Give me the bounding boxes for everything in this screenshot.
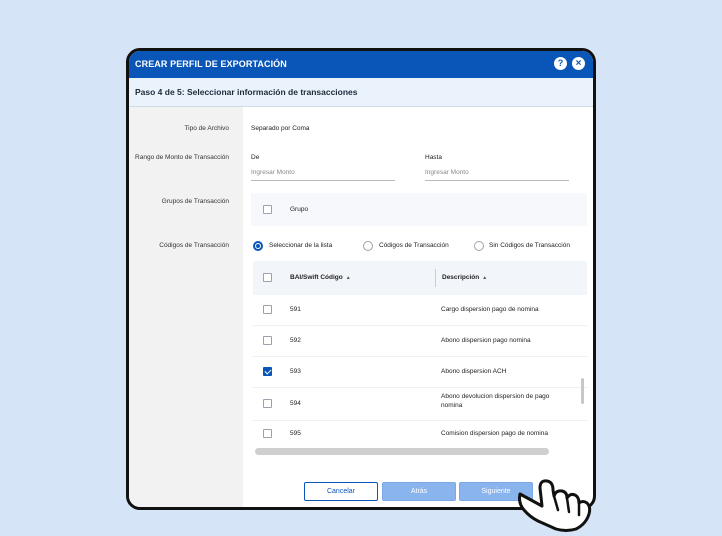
row-code: 595 <box>290 430 301 437</box>
sort-asc-icon: ▲ <box>345 275 351 281</box>
row-description: Abono devolucion dispersion de pago nomi… <box>441 393 550 409</box>
row-checkbox-checked[interactable] <box>263 367 272 376</box>
amount-from-underline <box>251 180 395 181</box>
dialog-titlebar: CREAR PERFIL DE EXPORTACIÓN ? × <box>129 51 593 78</box>
row-checkbox[interactable] <box>263 336 272 345</box>
row-description: Abono dispersion pago nomina <box>441 337 531 344</box>
amount-from-input[interactable]: Ingresar Monto <box>251 169 295 176</box>
row-description: Cargo dispersion pago de nomina <box>441 306 539 313</box>
step-indicator: Paso 4 de 5: Seleccionar información de … <box>129 78 593 107</box>
table-row[interactable]: 591 Cargo dispersion pago de nomina <box>253 294 587 326</box>
radio-label-transaction-codes: Códigos de Transacción <box>379 242 449 249</box>
export-profile-dialog: CREAR PERFIL DE EXPORTACIÓN ? × Paso 4 d… <box>126 48 596 510</box>
radio-label-select-from-list: Seleccionar de la lista <box>269 242 333 249</box>
table-row[interactable]: 592 Abono dispersion pago nomina <box>253 325 587 357</box>
label-column <box>129 107 243 507</box>
back-button[interactable]: Atrás <box>382 482 456 501</box>
row-checkbox[interactable] <box>263 429 272 438</box>
row-code: 591 <box>290 306 301 313</box>
select-all-checkbox[interactable] <box>263 273 272 282</box>
column-header-code[interactable]: BAI/Swift Código ▲ <box>290 274 351 281</box>
amount-range-label: Rango de Monto de Transacción <box>135 154 229 161</box>
row-checkbox[interactable] <box>263 399 272 408</box>
dialog-title: CREAR PERFIL DE EXPORTACIÓN <box>135 59 287 69</box>
codes-label: Códigos de Transacción <box>159 242 229 249</box>
table-header: BAI/Swift Código ▲ Descripción ▲ <box>253 261 587 295</box>
horizontal-scrollbar[interactable] <box>255 448 549 455</box>
table-row[interactable]: 595 Comision dispersion pago de nomina <box>253 420 587 448</box>
amount-from-label: De <box>251 154 260 161</box>
group-checkbox[interactable] <box>263 205 272 214</box>
table-row[interactable]: 594 Abono devolucion dispersion de pago … <box>253 387 587 421</box>
pointing-hand-icon <box>518 479 592 532</box>
file-type-value: Separado por Coma <box>251 125 310 132</box>
column-header-description[interactable]: Descripción ▲ <box>442 274 487 281</box>
row-code: 592 <box>290 337 301 344</box>
amount-to-underline <box>425 180 569 181</box>
radio-no-codes[interactable] <box>474 241 484 251</box>
row-checkbox[interactable] <box>263 305 272 314</box>
radio-label-no-codes: Sin Códigos de Transacción <box>489 242 570 249</box>
row-code: 593 <box>290 368 301 375</box>
cancel-button[interactable]: Cancelar <box>304 482 378 501</box>
column-divider <box>435 269 436 287</box>
help-icon[interactable]: ? <box>554 57 567 70</box>
amount-to-label: Hasta <box>425 154 442 161</box>
file-type-label: Tipo de Archivo <box>184 125 229 132</box>
radio-transaction-codes[interactable] <box>363 241 373 251</box>
radio-select-from-list[interactable] <box>253 241 263 251</box>
groups-label: Grupos de Transacción <box>161 198 229 205</box>
step-label: Paso 4 de 5: Seleccionar información de … <box>135 87 358 97</box>
vertical-scrollbar[interactable] <box>581 378 584 404</box>
group-option-label: Grupo <box>290 206 309 213</box>
row-code: 594 <box>290 400 301 407</box>
close-icon[interactable]: × <box>572 57 585 70</box>
row-description: Abono dispersion ACH <box>441 368 507 375</box>
amount-to-input[interactable]: Ingresar Monto <box>425 169 469 176</box>
table-row[interactable]: 593 Abono dispersion ACH <box>253 356 587 388</box>
sort-asc-icon: ▲ <box>482 275 488 281</box>
row-description: Comision dispersion pago de nomina <box>441 430 548 437</box>
